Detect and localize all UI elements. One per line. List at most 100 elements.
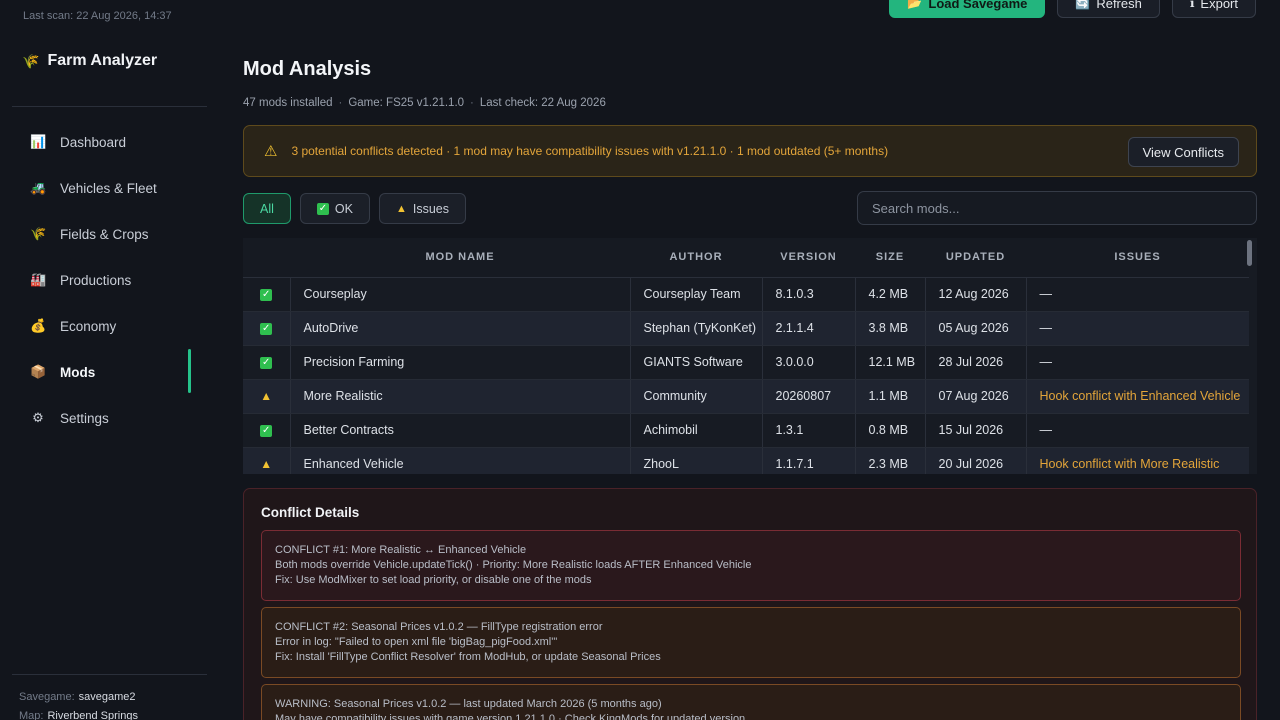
status-cell: ▲ — [243, 447, 291, 474]
separator-dot: · — [338, 97, 343, 109]
sidebar-item-economy[interactable]: 💰 Economy — [0, 303, 220, 349]
savegame-value: savegame2 — [78, 691, 136, 703]
status-cell: ✓ — [243, 277, 291, 312]
mods-count: 47 mods installed — [243, 97, 333, 109]
export-button[interactable]: ℹ Export — [1171, 0, 1256, 18]
refresh-button[interactable]: 🔄 Refresh — [1057, 0, 1160, 18]
sidebar-item-dashboard[interactable]: 📊 Dashboard — [0, 119, 220, 165]
settings-icon: ⚙ — [32, 410, 44, 425]
cell-issues: Hook conflict with More Realistic — [1026, 447, 1249, 474]
cell-name: Enhanced Vehicle — [290, 447, 631, 474]
conflict-line: Both mods override Vehicle.updateTick() … — [275, 559, 752, 571]
filter-ok[interactable]: ✓ OK — [299, 193, 370, 224]
table-row[interactable]: ▲ More Realistic Community 20260807 1.1 MB 07… — [243, 379, 1249, 414]
last-check: Last check: 22 Aug 2026 — [479, 97, 606, 109]
cell-name: AutoDrive — [290, 311, 631, 346]
sidebar-item-productions[interactable]: 🏭 Productions — [0, 257, 220, 303]
cell-name: Courseplay — [290, 277, 631, 312]
filter-issues[interactable]: ▲ Issues — [378, 193, 466, 224]
table-row[interactable]: ✓ Better Contracts Achimobil 1.3.1 0.8 MB 15 … — [243, 413, 1249, 448]
sidebar: Last scan: 22 Aug 2026, 14:37 🌾 Farm Ana… — [0, 0, 220, 720]
view-conflicts-button[interactable]: View Conflicts — [1127, 137, 1239, 167]
sidebar-nav: 📊 Dashboard 🚜 Vehicles & Fleet 🌾 Fields & Cro… — [0, 119, 220, 441]
cell-size: 4.2 MB — [855, 277, 926, 312]
app-window: Last scan: 22 Aug 2026, 14:37 🌾 Farm Ana… — [0, 0, 1280, 720]
cell-issues: Hook conflict with Enhanced Vehicle — [1026, 379, 1249, 414]
sidebar-footer: Savegame: savegame2 Map: Riverbend Springs — [19, 688, 138, 720]
dashboard-icon: 📊 — [30, 134, 47, 149]
cell-author: Stephan (TyKonKet) — [630, 311, 763, 346]
cell-name: Better Contracts — [290, 413, 631, 448]
sidebar-item-settings[interactable]: ⚙ Settings — [0, 395, 220, 441]
search-input[interactable] — [857, 191, 1257, 225]
table-scrollbar[interactable] — [1247, 240, 1252, 266]
sidebar-item-label: Fields & Crops — [60, 226, 149, 242]
sidebar-item-label: Mods — [60, 364, 96, 380]
table-header-row: MOD NAME AUTHOR VERSION SIZE UPDATED ISS… — [243, 238, 1249, 278]
sidebar-item-label: Productions — [60, 272, 132, 288]
load-savegame-button[interactable]: 📂 Load Savegame — [889, 0, 1046, 18]
cell-version: 20260807 — [762, 379, 856, 414]
column-header-status — [243, 238, 290, 278]
sidebar-item-label: Vehicles & Fleet — [60, 180, 157, 196]
filter-all[interactable]: All — [243, 193, 291, 224]
export-label: Export — [1200, 0, 1238, 11]
conflict-line: WARNING: Seasonal Prices v1.0.2 — last u… — [275, 698, 662, 710]
table-row[interactable]: ✓ Precision Farming GIANTS Software 3.0.0.0… — [243, 345, 1249, 380]
brand[interactable]: 🌾 Farm Analyzer — [22, 52, 157, 70]
cell-author: Courseplay Team — [630, 277, 763, 312]
game-version: Game: FS25 v1.21.1.0 — [348, 97, 465, 109]
status-cell: ▲ — [243, 379, 291, 414]
cell-version: 8.1.0.3 — [762, 277, 856, 312]
cell-updated: 12 Aug 2026 — [925, 277, 1027, 312]
column-header-author[interactable]: AUTHOR — [630, 238, 762, 278]
cell-updated: 05 Aug 2026 — [925, 311, 1027, 346]
table-row[interactable]: ✓ AutoDrive Stephan (TyKonKet) 2.1.1.4 3.8 M… — [243, 311, 1249, 346]
conflict-line: Error in log: "Failed to open xml file '… — [275, 636, 558, 648]
sidebar-item-vehicles-fleet[interactable]: 🚜 Vehicles & Fleet — [0, 165, 220, 211]
cell-updated: 15 Jul 2026 — [925, 413, 1027, 448]
vehicles-fleet-icon: 🚜 — [30, 180, 47, 195]
sidebar-item-label: Settings — [60, 410, 109, 426]
cell-issues: — — [1026, 277, 1249, 312]
cell-author: GIANTS Software — [630, 345, 763, 380]
conflict-details-title: Conflict Details — [261, 505, 360, 520]
column-header-updated[interactable]: UPDATED — [925, 238, 1026, 278]
folder-icon: 📂 — [907, 0, 923, 10]
conflict-line: CONFLICT #1: More Realistic ↔ Enhanced V… — [275, 544, 527, 556]
economy-icon: 💰 — [30, 318, 47, 333]
cell-issues: — — [1026, 311, 1249, 346]
filter-all-label: All — [260, 201, 274, 216]
cell-size: 2.3 MB — [855, 447, 926, 474]
brand-name: Farm Analyzer — [47, 52, 158, 69]
status-cell: ✓ — [243, 413, 291, 448]
savegame-label: Savegame: — [19, 691, 75, 703]
top-toolbar: 📂 Load Savegame 🔄 Refresh ℹ Export — [889, 0, 1256, 18]
page-meta: 47 mods installed · Game: FS25 v1.21.1.0 · L… — [243, 97, 606, 109]
column-header-size[interactable]: SIZE — [855, 238, 925, 278]
filter-ok-label: OK — [334, 201, 353, 216]
table-row[interactable]: ✓ Courseplay Courseplay Team 8.1.0.3 4.2 MB 1… — [243, 277, 1249, 312]
cell-version: 2.1.1.4 — [762, 311, 856, 346]
sidebar-item-fields-crops[interactable]: 🌾 Fields & Crops — [0, 211, 220, 257]
ok-check-icon: ✓ — [260, 322, 273, 335]
table-row[interactable]: ▲ Enhanced Vehicle ZhooL 1.1.7.1 2.3 MB 20 Ju… — [243, 447, 1249, 474]
column-header-mod-name[interactable]: MOD NAME — [290, 238, 630, 278]
sidebar-item-mods[interactable]: 📦 Mods — [0, 349, 220, 395]
map-value: Riverbend Springs — [47, 710, 138, 720]
cell-size: 0.8 MB — [855, 413, 926, 448]
status-cell: ✓ — [243, 345, 291, 380]
column-header-version[interactable]: VERSION — [762, 238, 855, 278]
productions-icon: 🏭 — [30, 272, 47, 287]
conflict-item: WARNING: Seasonal Prices v1.0.2 — last u… — [261, 684, 1241, 720]
warning-icon: ⚠ — [264, 143, 278, 160]
map-info: Map: Riverbend Springs — [19, 707, 138, 720]
refresh-icon: 🔄 — [1075, 0, 1091, 10]
status-cell: ✓ — [243, 311, 291, 346]
refresh-label: Refresh — [1096, 0, 1142, 11]
column-header-issues[interactable]: ISSUES — [1026, 238, 1249, 278]
info-icon: ℹ — [1189, 0, 1195, 10]
ok-check-icon: ✓ — [260, 356, 273, 369]
sidebar-divider — [12, 674, 207, 675]
mods-table: MOD NAME AUTHOR VERSION SIZE UPDATED ISS… — [243, 238, 1257, 474]
